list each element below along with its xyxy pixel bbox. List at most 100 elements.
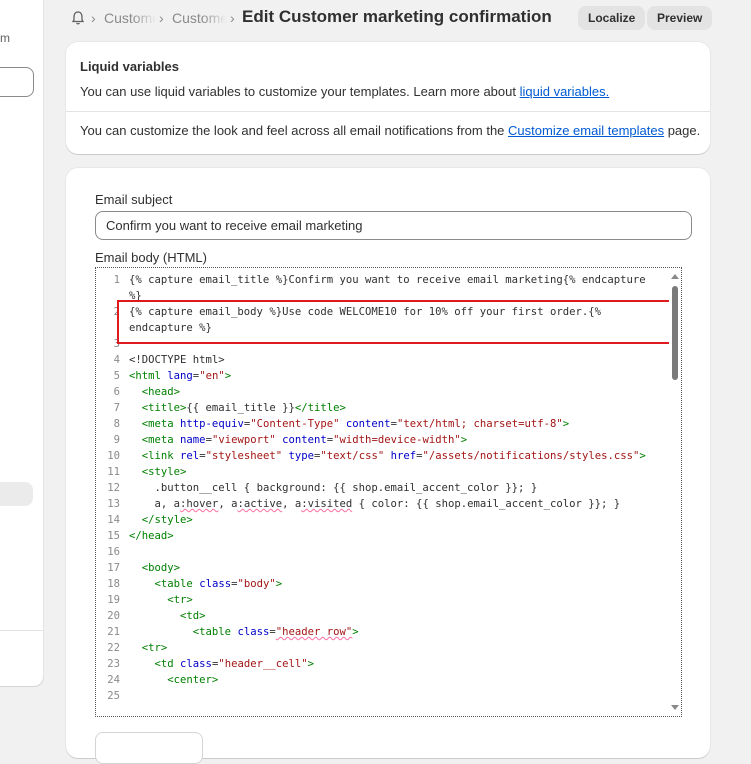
email-content-card: Email subject Confirm you want to receiv… [66, 168, 710, 764]
line-number: 19 [107, 594, 120, 606]
sidebar-divider [0, 630, 43, 631]
code-line: 13 a, a:hover, a:active, a:visited { col… [96, 496, 668, 512]
line-number: 23 [107, 658, 120, 670]
code-text: <table class="body"> [154, 578, 283, 590]
code-text: <td> [180, 610, 206, 622]
line-number: 16 [107, 546, 120, 558]
code-editor[interactable]: 1 {% capture email_title %}Confirm you w… [95, 267, 682, 717]
chevron-right-icon: › [91, 10, 96, 26]
code-line: 7 <title>{{ email_title }}</title> [96, 400, 668, 416]
code-line: 21 <table class="header row"> [96, 624, 668, 640]
sidebar-fragment-text: m [0, 31, 10, 45]
breadcrumb-customers[interactable]: Customers [104, 10, 156, 26]
liquid-variables-link[interactable]: liquid variables. [520, 84, 610, 99]
line-number: 14 [107, 514, 120, 526]
code-line: 8 <meta http-equiv="Content-Type" conten… [96, 416, 668, 432]
code-text: <td class="header__cell"> [154, 658, 315, 670]
line-number: 9 [113, 434, 120, 446]
code-line: 20 <td> [96, 608, 668, 624]
code-text: <body> [141, 562, 181, 574]
line-number: 1 [113, 274, 120, 286]
code-text: <head> [141, 386, 181, 398]
liquid-variables-card: Liquid variables You can use liquid vari… [66, 42, 710, 154]
scroll-up-arrow-icon[interactable] [671, 274, 679, 279]
line-number: 2 [113, 306, 120, 318]
code-text: <link rel="stylesheet" type="text/css" h… [141, 450, 646, 462]
code-line: 19 <tr> [96, 592, 668, 608]
code-line: 25 [96, 688, 668, 704]
code-text: <center> [167, 674, 219, 686]
line-number: 25 [107, 690, 120, 702]
line-number: 13 [107, 498, 120, 510]
code-line: 4 <!DOCTYPE html> [96, 352, 668, 368]
code-text: .button__cell { background: {{ shop.emai… [154, 482, 538, 494]
code-text: <html lang="en"> [129, 370, 232, 382]
code-line: 12 .button__cell { background: {{ shop.e… [96, 480, 668, 496]
code-text: </style> [141, 514, 193, 526]
sidebar: m [0, 0, 44, 686]
email-subject-input[interactable]: Confirm you want to receive email market… [95, 211, 692, 240]
line-number: 12 [107, 482, 120, 494]
line-number: 18 [107, 578, 120, 590]
chevron-right-icon: › [159, 10, 164, 26]
scroll-down-arrow-icon[interactable] [671, 705, 679, 710]
code-text: endcapture %} [129, 322, 212, 334]
customize-info-prefix: You can customize the look and feel acro… [80, 123, 509, 138]
line-number: 20 [107, 610, 120, 622]
code-line: 23 <td class="header__cell"> [96, 656, 668, 672]
chevron-right-icon: › [230, 10, 235, 26]
code-text: <meta http-equiv="Content-Type" content=… [141, 418, 570, 430]
breadcrumb-notifications[interactable]: Customer notifications [172, 10, 227, 26]
code-line: 10 <link rel="stylesheet" type="text/css… [96, 448, 668, 464]
code-line: 1 {% capture email_title %}Confirm you w… [96, 272, 668, 288]
scrollbar-thumb[interactable] [672, 286, 678, 380]
line-number: 4 [113, 354, 120, 366]
code-line: 24 <center> [96, 672, 668, 688]
code-line: 14 </style> [96, 512, 668, 528]
card-divider [66, 111, 710, 112]
code-line: 15 </head> [96, 528, 668, 544]
customize-email-templates-link[interactable]: Customize email templates [508, 123, 664, 138]
code-line: 2 {% capture email_body %}Use code WELCO… [96, 304, 668, 320]
sidebar-selected-item[interactable] [0, 482, 33, 506]
code-line: 3 [96, 336, 668, 352]
code-line: 17 <body> [96, 560, 668, 576]
code-text: <title>{{ email_title }}</title> [141, 402, 346, 414]
bottom-action-button[interactable] [95, 732, 203, 764]
line-number: 15 [107, 530, 120, 542]
code-text: <style> [141, 466, 187, 478]
code-line: 6 <head> [96, 384, 668, 400]
liquid-info-prefix: You can use liquid variables to customiz… [80, 84, 520, 99]
code-text: <table class="header row"> [192, 626, 359, 638]
customize-info-text: You can customize the look and feel acro… [80, 123, 700, 138]
code-line: 5 <html lang="en"> [96, 368, 668, 384]
liquid-info-text: You can use liquid variables to customiz… [80, 84, 609, 99]
code-text: {% capture email_body %}Use code WELCOME… [129, 306, 601, 318]
line-number: 11 [107, 466, 120, 478]
line-number: 6 [113, 386, 120, 398]
card-title: Liquid variables [80, 59, 179, 74]
code-text: <meta name="viewport" content="width=dev… [141, 434, 468, 446]
sidebar-search-input[interactable] [0, 67, 34, 97]
line-number: 5 [113, 370, 120, 382]
code-line: 22 <tr> [96, 640, 668, 656]
code-text: %} [129, 290, 142, 302]
preview-button[interactable]: Preview [647, 6, 713, 30]
localize-button[interactable]: Localize [578, 6, 646, 30]
page-title: Edit Customer marketing confirmation [242, 7, 552, 26]
code-line-wrap: endcapture %} [96, 320, 668, 336]
customize-info-suffix: page. [664, 123, 701, 138]
code-line-wrap: %} [96, 288, 668, 304]
page-header: › Customers › Customer notifications › E… [66, 0, 713, 36]
line-number: 24 [107, 674, 120, 686]
line-number: 10 [107, 450, 120, 462]
line-number: 7 [113, 402, 120, 414]
line-number: 22 [107, 642, 120, 654]
email-body-label: Email body (HTML) [95, 250, 207, 265]
editor-scrollbar[interactable] [669, 268, 681, 716]
code-line: 11 <style> [96, 464, 668, 480]
code-line: 16 [96, 544, 668, 560]
code-text: a, a:hover, a:active, a:visited { color:… [154, 498, 621, 510]
notification-bell-icon [71, 11, 85, 25]
code-text: {% capture email_title %}Confirm you wan… [129, 274, 646, 286]
